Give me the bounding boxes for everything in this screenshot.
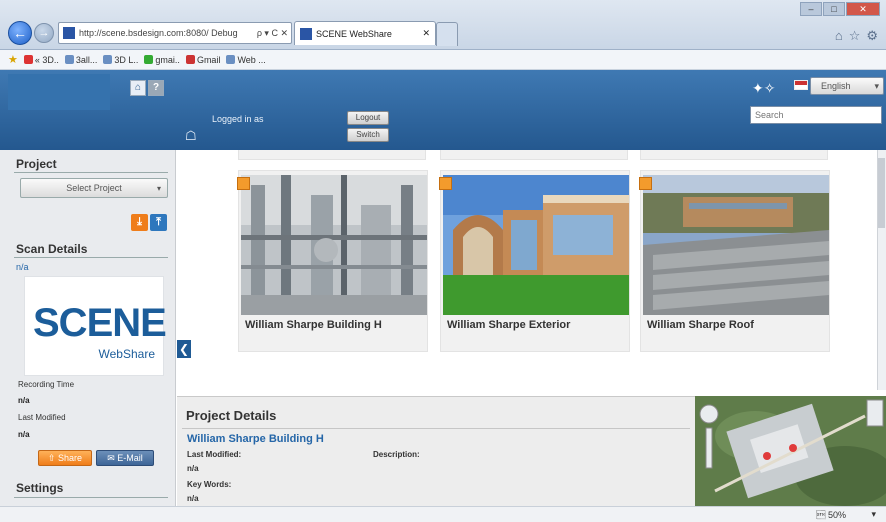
- zoom-level[interactable]:  50%: [816, 510, 846, 520]
- project-details-heading: Project Details: [186, 408, 277, 423]
- details-last-modified-value: n/a: [187, 464, 199, 473]
- world-map-icon[interactable]: ✦✧: [752, 80, 775, 97]
- switch-button[interactable]: Switch: [347, 128, 389, 142]
- settings-heading: Settings: [16, 481, 64, 495]
- search-input[interactable]: [750, 106, 882, 124]
- divider: [182, 428, 690, 429]
- star-icon[interactable]: ☆: [849, 28, 861, 44]
- maximize-icon[interactable]: □: [823, 2, 845, 16]
- language-flag-icon: [794, 80, 808, 90]
- divider: [14, 497, 168, 498]
- logged-in-label: Logged in as: [212, 114, 264, 124]
- tab-close-icon[interactable]: ✕: [422, 28, 430, 39]
- download-icon[interactable]: ⤓: [131, 214, 148, 231]
- favorite-item[interactable]: Web ...: [226, 55, 266, 65]
- header-buttons: ⌂ ?: [130, 80, 164, 96]
- user-icon: ☖: [185, 128, 197, 143]
- scan-value: n/a: [16, 262, 29, 272]
- project-title: William Sharpe Building H: [245, 319, 382, 331]
- favorite-item[interactable]: 3all...: [64, 55, 97, 65]
- share-button[interactable]: ⇧ Share: [38, 450, 92, 466]
- address-bar[interactable]: http://scene.bsdesign.com:8080/ Debug ρ …: [58, 22, 292, 44]
- logout-button[interactable]: Logout: [347, 111, 389, 125]
- favorite-item[interactable]: Gmail: [185, 55, 220, 65]
- location-map[interactable]: [695, 396, 886, 506]
- favorites-bar: ★ « 3D.. 3all... 3D L.. gmai.. Gmail Web…: [0, 50, 886, 70]
- select-project-label: Select Project: [66, 183, 122, 193]
- project-thumbnail-roof: [643, 175, 829, 315]
- project-badge-icon: [439, 177, 452, 190]
- site-favicon: [63, 27, 75, 39]
- details-last-modified-label: Last Modified:: [187, 450, 242, 459]
- favorite-item[interactable]: 3D L..: [103, 55, 138, 65]
- address-actions[interactable]: ρ ▾ C ✕: [257, 28, 291, 39]
- browser-status-bar:  50% ▾: [0, 506, 886, 522]
- new-tab-button[interactable]: [436, 22, 458, 46]
- minimize-icon[interactable]: –: [800, 2, 822, 16]
- favorite-item[interactable]: « 3D..: [23, 55, 59, 65]
- card-top-strip: [440, 150, 628, 160]
- project-card[interactable]: William Sharpe Exterior: [439, 170, 630, 352]
- project-badge-icon: [237, 177, 250, 190]
- address-url: http://scene.bsdesign.com:8080/ Debug: [79, 28, 238, 38]
- browser-tools: ⌂ ☆ ⚙: [835, 28, 878, 44]
- chevron-down-icon: ▾: [156, 183, 161, 193]
- logo-subtext: WebShare: [98, 347, 155, 361]
- home-icon[interactable]: ⌂: [835, 28, 843, 44]
- close-icon[interactable]: ✕: [846, 2, 880, 16]
- project-card[interactable]: William Sharpe Roof: [639, 170, 830, 352]
- upload-icon[interactable]: ⤒: [150, 214, 167, 231]
- chevron-down-icon[interactable]: ▾: [871, 509, 876, 520]
- project-badge-icon: [639, 177, 652, 190]
- window-controls: – □ ✕: [800, 2, 880, 16]
- last-modified-value: n/a: [18, 430, 30, 439]
- select-project-dropdown[interactable]: Select Project ▾: [20, 178, 168, 198]
- scene-favicon: [300, 27, 312, 40]
- divider: [14, 257, 168, 258]
- language-value: English: [821, 81, 851, 91]
- satellite-map-image: [695, 396, 886, 506]
- details-key-words-value: n/a: [187, 494, 199, 503]
- card-top-strip: [238, 150, 426, 160]
- home-icon[interactable]: ⌂: [130, 80, 146, 96]
- language-select[interactable]: English ▾: [810, 77, 884, 95]
- forward-button[interactable]: →: [34, 23, 54, 43]
- recording-time-value: n/a: [18, 396, 30, 405]
- project-card[interactable]: William Sharpe Building H: [237, 170, 428, 352]
- project-title: William Sharpe Exterior: [447, 319, 571, 331]
- email-button[interactable]: ✉ E-Mail: [96, 450, 154, 466]
- gallery-prev-button[interactable]: ❮: [177, 340, 191, 358]
- project-details-name[interactable]: William Sharpe Building H: [187, 433, 324, 445]
- back-button[interactable]: ←: [8, 21, 32, 45]
- project-heading: Project: [16, 157, 57, 171]
- chevron-down-icon: ▾: [874, 80, 879, 91]
- project-thumbnail-exterior: [443, 175, 629, 315]
- project-thumbnail-building-h: [241, 175, 427, 315]
- help-icon[interactable]: ?: [148, 80, 164, 96]
- scrollbar-thumb[interactable]: [878, 158, 885, 228]
- gear-icon[interactable]: ⚙: [866, 28, 878, 44]
- last-modified-label: Last Modified: [18, 413, 66, 422]
- tab-scene-webshare[interactable]: SCENE WebShare ✕: [294, 21, 436, 45]
- favorites-star-icon[interactable]: ★: [8, 53, 18, 66]
- logo-text: SCENE: [33, 301, 167, 345]
- header-logo-area: [8, 74, 110, 110]
- tab-label: SCENE WebShare: [316, 28, 392, 39]
- recording-time-label: Recording Time: [18, 380, 75, 389]
- project-title: William Sharpe Roof: [647, 319, 754, 331]
- divider: [14, 172, 168, 173]
- details-key-words-label: Key Words:: [187, 480, 232, 489]
- details-description-label: Description:: [373, 450, 420, 459]
- scan-details-heading: Scan Details: [16, 242, 88, 256]
- favorite-item[interactable]: gmai..: [144, 55, 180, 65]
- card-top-strip: [640, 150, 828, 160]
- scene-webshare-logo: SCENE WebShare: [24, 276, 167, 376]
